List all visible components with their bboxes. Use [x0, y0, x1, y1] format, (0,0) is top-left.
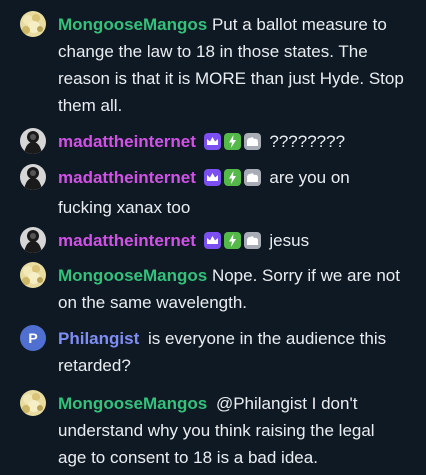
chat-log: MongooseMangos Put a ballot measure to c…: [0, 0, 426, 475]
user-avatar[interactable]: [20, 227, 46, 253]
chat-message: madattheinternet ????????: [20, 128, 406, 158]
crown-icon[interactable]: [203, 232, 221, 249]
user-avatar[interactable]: [20, 164, 46, 190]
chat-message: madattheinternet are you on fucking xana…: [20, 164, 406, 221]
username[interactable]: MongooseMangos: [58, 394, 207, 413]
bolt-icon[interactable]: [223, 232, 241, 249]
chat-message: MongooseMangos @Philangist I don't under…: [20, 390, 406, 471]
username[interactable]: madattheinternet: [58, 168, 196, 187]
dark-figure-avatar-icon: [20, 164, 46, 190]
chat-message: MongooseMangos Put a ballot measure to c…: [20, 11, 406, 119]
username[interactable]: MongooseMangos: [58, 266, 207, 285]
crown-icon[interactable]: [203, 169, 221, 186]
cloud-icon[interactable]: [243, 232, 261, 249]
puppy-avatar-icon: [20, 390, 46, 416]
puppy-avatar-icon: [20, 262, 46, 288]
user-avatar[interactable]: P: [20, 325, 46, 351]
bolt-icon[interactable]: [223, 133, 241, 150]
message-text: jesus: [269, 231, 310, 250]
bolt-icon[interactable]: [223, 169, 241, 186]
username[interactable]: Philangist: [58, 329, 139, 348]
letter-avatar-icon: P: [28, 330, 38, 346]
dark-figure-avatar-icon: [20, 227, 46, 253]
username[interactable]: madattheinternet: [58, 231, 196, 250]
chat-message: madattheinternet jesus: [20, 227, 406, 257]
message-text: ????????: [269, 132, 346, 151]
crown-icon[interactable]: [203, 133, 221, 150]
cloud-icon[interactable]: [243, 133, 261, 150]
user-avatar[interactable]: [20, 390, 46, 416]
user-avatar[interactable]: [20, 128, 46, 154]
username[interactable]: madattheinternet: [58, 132, 196, 151]
user-avatar[interactable]: [20, 262, 46, 288]
username[interactable]: MongooseMangos: [58, 15, 207, 34]
puppy-avatar-icon: [20, 11, 46, 37]
cloud-icon[interactable]: [243, 169, 261, 186]
user-avatar[interactable]: [20, 11, 46, 37]
dark-figure-avatar-icon: [20, 128, 46, 154]
chat-message: MongooseMangos Nope. Sorry if we are not…: [20, 262, 406, 316]
chat-message: P Philangist is everyone in the audience…: [20, 325, 406, 379]
